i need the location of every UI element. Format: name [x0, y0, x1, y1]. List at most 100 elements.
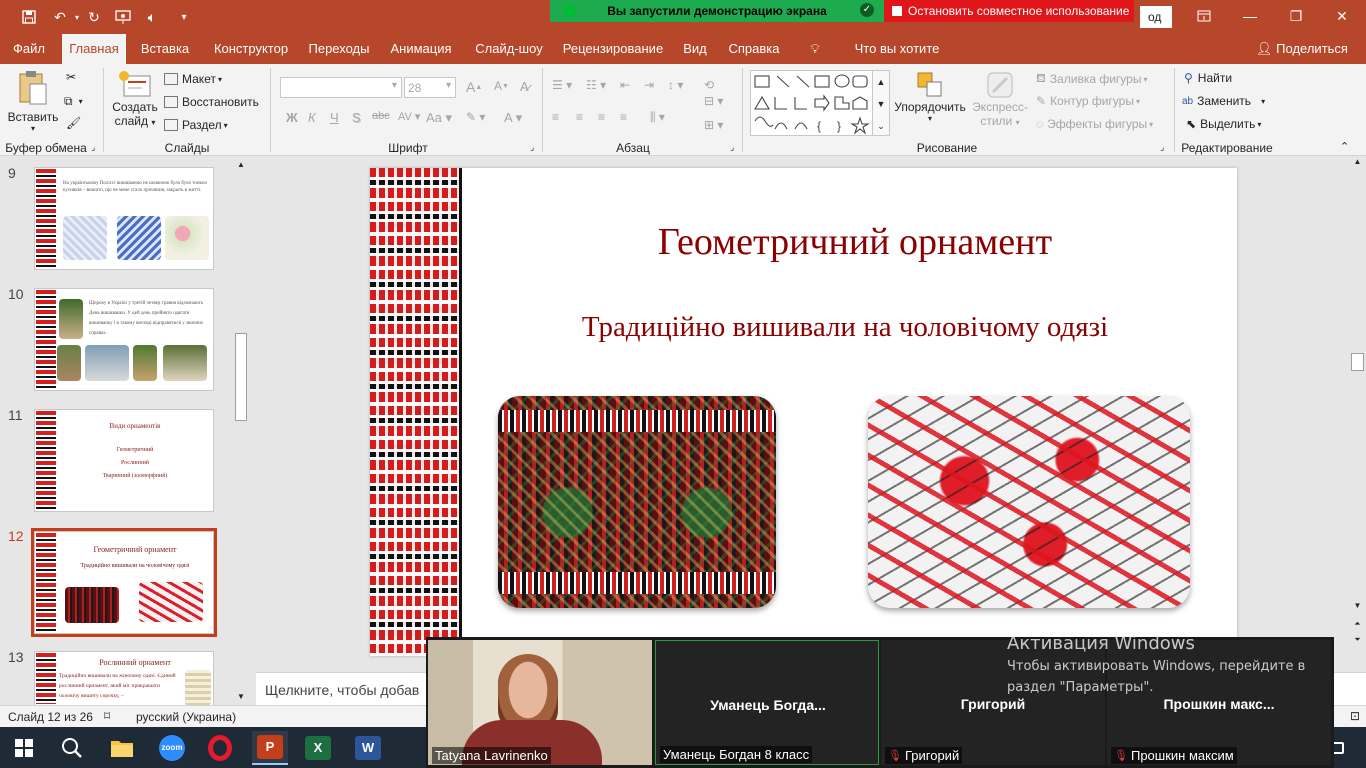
thumbnails-scrollbar[interactable]: ▲ ▼ [234, 157, 248, 705]
scroll-down-icon[interactable]: ▼ [1351, 601, 1364, 615]
arrange-button[interactable]: Упорядочить ▾ [894, 70, 966, 140]
tab-design[interactable]: Конструктор [206, 34, 296, 64]
customize-toolbar-icon[interactable]: ▾ [176, 6, 192, 28]
char-spacing-icon[interactable]: AV ▾ [398, 110, 420, 123]
undo-icon[interactable]: ↶ [48, 6, 72, 28]
collapse-panel-icon[interactable]: ⌄ [436, 644, 446, 658]
tab-home[interactable]: Главная [62, 34, 126, 64]
text-direction-icon[interactable]: ⟲ [704, 78, 714, 92]
tab-animation[interactable]: Анимация [384, 34, 458, 64]
quick-styles-button[interactable]: Экспресс- стили ▾ [970, 70, 1030, 140]
powerpoint-icon[interactable]: P [252, 731, 288, 765]
highlight-icon[interactable]: ✎ ▾ [466, 110, 485, 124]
tab-file[interactable]: Файл [6, 34, 52, 64]
cut-icon[interactable]: ✂ [66, 70, 76, 84]
justify-icon[interactable]: ≡ [620, 110, 627, 124]
shrink-font-icon[interactable]: A ▼ [494, 79, 509, 93]
close-icon[interactable]: ✕ [1322, 4, 1362, 28]
align-right-icon[interactable]: ≡ [598, 110, 605, 124]
collapse-ribbon-icon[interactable]: ⌃ [1340, 140, 1349, 153]
windows-start-icon[interactable] [6, 731, 42, 765]
language-status[interactable]: русский (Украина) [136, 710, 236, 724]
tab-help[interactable]: Справка [726, 34, 782, 64]
drawing-launcher-icon[interactable]: ⌟ [1160, 142, 1164, 153]
grow-font-icon[interactable]: A ▲ [466, 79, 482, 95]
align-left-icon[interactable]: ≡ [552, 110, 559, 124]
search-icon[interactable] [54, 731, 90, 765]
decrease-indent-icon[interactable]: ⇤ [620, 78, 630, 92]
slide-canvas[interactable]: Геометричний орнамент Традиційно вишивал… [370, 168, 1237, 656]
tell-me-input[interactable]: Что вы хотите сделать? [830, 34, 964, 86]
find-button[interactable]: ⚲ Найти [1184, 71, 1232, 85]
next-slide-icon[interactable]: ⏷ [1351, 635, 1364, 649]
slide-thumbnail-11[interactable]: Види орнаментів Геометричний Рослинний Т… [34, 409, 214, 512]
present-from-start-icon[interactable] [113, 6, 133, 28]
shape-effects-button[interactable]: ◌ Эффекты фигуры ▾ [1036, 117, 1153, 131]
replace-button[interactable]: ab Заменить ▾ [1182, 94, 1265, 108]
slide-thumbnail-9[interactable]: На українському Поліссі вишиваною не шов… [34, 167, 214, 270]
italic-button[interactable]: К [308, 110, 316, 125]
previous-slide-icon[interactable]: ⏶ [1351, 619, 1364, 633]
slide-thumbnail-12[interactable]: Геометричний орнамент Традиційно вишивал… [31, 528, 217, 637]
font-size-dropdown[interactable]: 28 ▾ [404, 77, 456, 98]
slide-thumbnail-13[interactable]: Рослинний орнамент Традиційно вишивали н… [34, 651, 214, 705]
restore-icon[interactable]: ❐ [1276, 4, 1316, 28]
change-case-icon[interactable]: Aa ▾ [426, 110, 452, 126]
increase-indent-icon[interactable]: ⇥ [644, 78, 654, 92]
align-text-icon[interactable]: ⊟ ▾ [704, 94, 723, 108]
align-center-icon[interactable]: ≡ [576, 110, 583, 124]
excel-icon[interactable]: X [300, 731, 336, 765]
spellcheck-icon[interactable]: ⌑ [104, 709, 110, 723]
tab-view[interactable]: Вид [678, 34, 712, 64]
zoom-app-icon[interactable]: zoom [154, 731, 190, 765]
participant-tile[interactable]: Уманець Богда... Уманець Богдан 8 класс [655, 640, 879, 765]
opera-icon[interactable] [202, 731, 238, 765]
tab-slideshow[interactable]: Слайд-шоу [470, 34, 548, 64]
smartart-icon[interactable]: ⊞ ▾ [704, 118, 723, 132]
shape-fill-button[interactable]: ⛾ Заливка фигуры ▾ [1036, 71, 1147, 87]
embroidery-image-1[interactable] [498, 396, 776, 608]
scroll-up-icon[interactable]: ▲ [1351, 157, 1364, 171]
save-icon[interactable] [18, 6, 40, 28]
tab-transitions[interactable]: Переходы [304, 34, 374, 64]
font-name-dropdown[interactable]: ▾ [280, 77, 402, 98]
strikethrough-button[interactable]: abc [372, 110, 390, 122]
slide-thumbnail-10[interactable]: Щороку в Україні у третій четвер травня … [34, 288, 214, 391]
line-spacing-icon[interactable]: ↕ ▾ [668, 78, 683, 92]
participant-tile[interactable]: ⌄ Tatyana Lavrinenko [428, 640, 652, 765]
shapes-gallery-scroll[interactable]: ▲ ▼ ⌄ [872, 70, 890, 136]
scroll-thumb[interactable] [235, 333, 247, 421]
slide-counter[interactable]: Слайд 12 из 26 [8, 710, 93, 724]
share-button[interactable]: 👤︎ Поделиться [1256, 34, 1348, 64]
tab-review[interactable]: Рецензирование [562, 34, 664, 64]
font-launcher-icon[interactable]: ⌟ [530, 142, 534, 153]
fit-slide-icon[interactable]: ⊡ [1350, 709, 1360, 723]
scroll-down-icon[interactable]: ▼ [234, 689, 248, 705]
bullets-icon[interactable]: ☰ ▾ [552, 78, 572, 92]
speaker-icon[interactable]: 🔈︎ [140, 6, 164, 28]
reset-button[interactable]: Восстановить [164, 95, 259, 109]
select-button[interactable]: ⬉ Выделить ▾ [1186, 117, 1261, 131]
clipboard-launcher-icon[interactable]: ⌟ [91, 142, 95, 153]
ribbon-display-icon[interactable] [1184, 4, 1224, 28]
copy-icon[interactable]: ⧉ ▾ [64, 94, 83, 109]
scroll-thumb[interactable] [1351, 353, 1364, 371]
clear-format-icon[interactable]: A̷ [520, 79, 529, 94]
section-button[interactable]: Раздел ▾ [164, 118, 228, 132]
slide-subtitle[interactable]: Традиційно вишивали на чоловічому одязі [500, 311, 1190, 344]
layout-button[interactable]: Макет ▾ [164, 72, 222, 86]
underline-button[interactable]: Ч [330, 110, 339, 125]
file-explorer-icon[interactable] [104, 731, 140, 765]
numbering-icon[interactable]: ☷ ▾ [586, 78, 606, 92]
shape-outline-button[interactable]: ✎ Контур фигуры ▾ [1036, 94, 1140, 108]
columns-icon[interactable]: ⫼ ▾ [650, 110, 665, 125]
paste-button[interactable]: Вставить ▾ [8, 70, 58, 134]
tab-insert[interactable]: Вставка [136, 34, 194, 64]
bold-button[interactable]: Ж [286, 110, 298, 125]
font-color-icon[interactable]: A ▾ [504, 110, 522, 126]
shadow-button[interactable]: S [352, 110, 361, 125]
paragraph-launcher-icon[interactable]: ⌟ [730, 142, 734, 153]
embroidery-image-2[interactable] [868, 396, 1190, 608]
scroll-up-icon[interactable]: ▲ [234, 157, 248, 173]
minimize-icon[interactable]: — [1230, 4, 1270, 28]
